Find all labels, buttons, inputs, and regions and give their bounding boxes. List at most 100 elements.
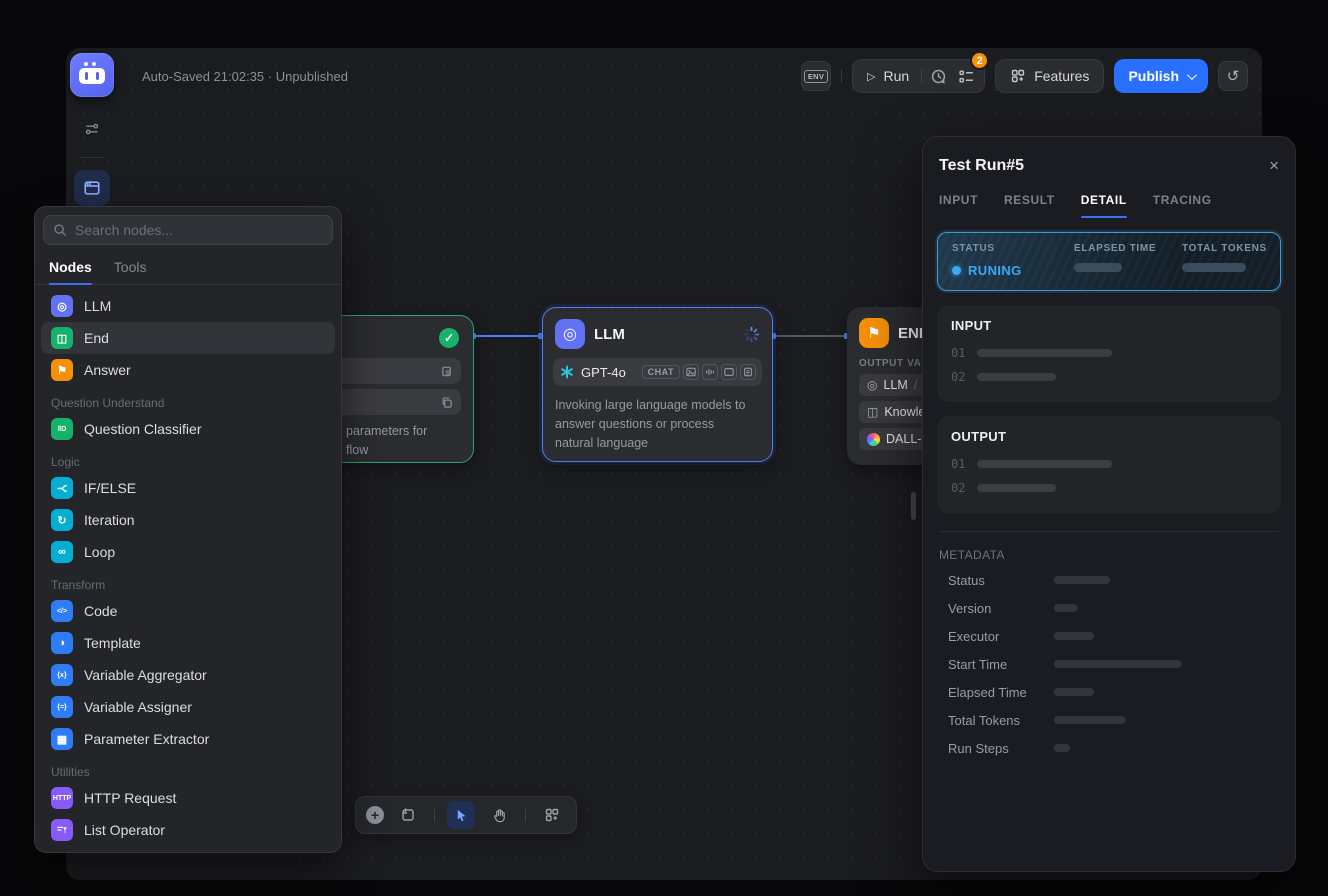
success-check-icon: ✓ [439,328,459,348]
robot-icon [84,62,88,66]
organize-nodes-button[interactable] [538,801,566,829]
palette-item-list-operator[interactable]: List Operator [41,814,335,846]
image-icon [683,364,699,380]
app-logo[interactable] [70,53,114,97]
line-number: 01 [951,457,965,471]
topbar-divider [841,69,842,83]
section-header: Question Understand [51,396,325,410]
elapsed-time-column: ELAPSED TIME [1074,243,1182,278]
run-button[interactable]: ▷ Run [857,60,919,92]
palette-item-variable-assigner[interactable]: {=}Variable Assigner [41,691,335,723]
metadata-skeleton [1054,688,1094,696]
palette-item-label: Loop [84,544,115,560]
question-classifier-icon: ‖D [51,418,73,440]
panel-tab-result[interactable]: RESULT [1004,193,1055,218]
start-node-description: parameters for flow [346,422,427,461]
add-node-button[interactable]: + [366,806,384,824]
total-tokens-column: TOTAL TOKENS [1182,243,1276,278]
pointer-tool-button[interactable] [447,801,475,829]
close-icon[interactable]: × [1269,157,1279,174]
palette-item-iteration[interactable]: ↻Iteration [41,504,335,536]
llm-node-title: LLM [594,326,625,343]
palette-item-parameter-extractor[interactable]: ▦Parameter Extractor [41,723,335,755]
llm-icon: ◎ [51,295,73,317]
palette-item-answer[interactable]: ⚑Answer [41,354,335,386]
topbar-actions: ENV ▷ Run [801,59,1248,93]
env-button[interactable]: ENV [801,61,831,91]
metadata-label: Version [948,601,1054,616]
palette-item-variable-aggregator[interactable]: {x}Variable Aggregator [41,659,335,691]
checklist-button[interactable]: 2 [952,62,980,90]
hand-tool-button[interactable] [485,801,513,829]
palette-item-label: Question Classifier [84,421,202,437]
metadata-label: Executor [948,629,1054,644]
value-skeleton [977,349,1112,357]
openai-model-icon [559,364,575,380]
group-divider [921,69,922,83]
loop-icon: ∞ [51,541,73,563]
version-history-button[interactable]: ↺ [1218,61,1248,91]
panel-tab-detail[interactable]: DETAIL [1081,193,1127,218]
palette-item-loop[interactable]: ∞ Loop [41,536,335,568]
line-number: 02 [951,481,965,495]
tab-nodes[interactable]: Nodes [49,253,92,284]
panel-divider [939,531,1279,532]
test-run-panel: Test Run#5 × INPUTRESULTDETAILTRACING ST… [922,136,1296,872]
workflow-settings-button[interactable] [76,113,108,145]
io-row: 02 [951,481,1267,495]
palette-item-if-else[interactable]: IF/ELSE [41,472,335,504]
running-spinner-icon [743,326,760,343]
model-name: GPT-4o [581,365,626,380]
knowledge-icon: ◫ [867,405,878,419]
panel-tab-input[interactable]: INPUT [939,193,978,218]
features-button[interactable]: Features [995,59,1104,93]
features-label: Features [1034,68,1089,84]
llm-node-header: ◎ LLM [543,308,772,349]
parameter-extractor-icon: ▦ [51,728,73,750]
metadata-label: Run Steps [948,741,1054,756]
chevron-down-icon [1187,70,1197,80]
list-operator-icon [51,819,73,841]
history-restore-icon: ↺ [1227,67,1240,85]
status-label: STATUS [952,243,1074,254]
variable-source-label: LLM [883,378,907,392]
palette-item-llm[interactable]: ◎LLM [41,290,335,322]
palette-item-code[interactable]: </>Code [41,595,335,627]
palette-item-label: Code [84,603,117,619]
canvas-scrollbar-thumb[interactable] [911,492,916,520]
search-box[interactable] [43,215,333,245]
rail-divider [80,157,104,158]
elapsed-time-label: ELAPSED TIME [1074,243,1182,254]
model-selector[interactable]: GPT-4o CHAT [553,358,762,386]
panel-tabs: INPUT RESULT DETAIL TRACING [923,175,1295,218]
end-icon: ◫ [51,327,73,349]
palette-item-template[interactable]: ◑Template [41,627,335,659]
add-note-button[interactable] [394,801,422,829]
llm-node[interactable]: ◎ LLM [542,307,773,462]
palette-item-question-classifier[interactable]: ‖D Question Classifier [41,413,335,445]
panel-tab-tracing[interactable]: TRACING [1153,193,1212,218]
line-number: 01 [951,346,965,360]
clock-run-icon [930,68,947,85]
video-icon [721,364,737,380]
model-capability-badges: CHAT [642,364,756,380]
io-row: 01 [951,457,1267,471]
palette-item-end[interactable]: ◫End [41,322,335,354]
palette-item-http-request[interactable]: HTTPHTTP Request [41,782,335,814]
publish-button[interactable]: Publish [1114,59,1208,93]
topbar: Auto-Saved 21:02:35 · Unpublished ENV ▷ … [118,48,1262,104]
env-label: ENV [804,70,828,83]
variable-assigner-icon: {=} [51,696,73,718]
metadata-row: Status [937,566,1281,594]
palette-item-label: HTTP Request [84,790,176,806]
preview-window-button[interactable] [74,170,110,206]
palette-item-label: IF/ELSE [84,480,136,496]
search-input[interactable] [75,222,323,238]
answer-icon: ⚑ [51,359,73,381]
audio-icon [702,364,718,380]
iteration-icon: ↻ [51,509,73,531]
edge-llm-to-end [771,335,849,337]
run-history-button[interactable] [924,62,952,90]
checklist-icon [958,68,975,85]
tab-tools[interactable]: Tools [114,253,147,284]
